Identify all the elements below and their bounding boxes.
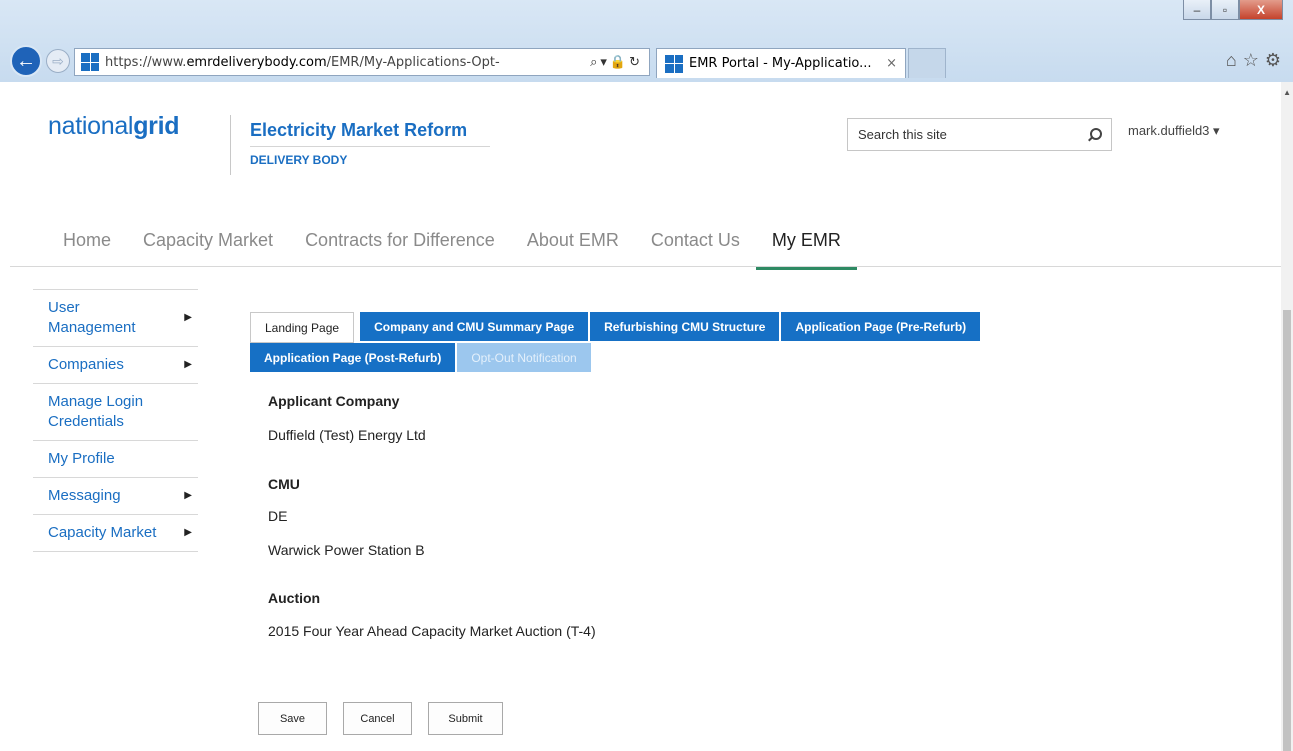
applicant-company-label: Applicant Company: [268, 393, 400, 409]
tab-opt-out-notification[interactable]: Opt-Out Notification: [457, 343, 593, 374]
submit-button[interactable]: Submit: [428, 702, 503, 735]
tab-refurbishing-cmu-structure[interactable]: Refurbishing CMU Structure: [590, 312, 782, 343]
home-icon[interactable]: ⌂: [1226, 50, 1243, 70]
nav-capacity-market[interactable]: Capacity Market: [127, 230, 289, 270]
tab-title: EMR Portal - My-Applicatio...: [689, 56, 872, 71]
url-path: /EMR/My-Applications-Opt-: [326, 54, 500, 70]
restore-button[interactable]: ▫: [1211, 0, 1239, 20]
logo-text-bold: grid: [133, 112, 180, 140]
cmu-code-value: DE: [268, 508, 288, 524]
minimize-button[interactable]: –: [1183, 0, 1211, 20]
site-subtitle: DELIVERY BODY: [250, 153, 348, 167]
title-divider: [250, 146, 490, 147]
forward-arrow-icon: ⇨: [52, 52, 64, 69]
nav-contact-us[interactable]: Contact Us: [635, 230, 756, 270]
sidebar-item-my-profile[interactable]: My Profile: [33, 441, 198, 478]
applicant-company-value: Duffield (Test) Energy Ltd: [268, 427, 426, 443]
cmu-name-value: Warwick Power Station B: [268, 542, 425, 558]
nav-about-emr[interactable]: About EMR: [511, 230, 635, 270]
tab-company-cmu-summary[interactable]: Company and CMU Summary Page: [360, 312, 591, 343]
nav-contracts-for-difference[interactable]: Contracts for Difference: [289, 230, 511, 270]
search-box[interactable]: Search this site: [847, 118, 1112, 151]
scrollbar-thumb[interactable]: [1283, 310, 1291, 751]
search-icon[interactable]: [1087, 127, 1102, 142]
sidebar-item-user-management[interactable]: User Management ▶: [33, 290, 198, 347]
sidebar-item-manage-login-credentials[interactable]: Manage Login Credentials: [33, 384, 198, 441]
close-window-button[interactable]: X: [1239, 0, 1283, 20]
sidebar-item-label: Capacity Market: [48, 524, 157, 541]
application-tabs: Landing Page Company and CMU Summary Pag…: [250, 312, 1040, 374]
sidebar-item-label: Manage Login Credentials: [48, 393, 144, 430]
nav-divider: [10, 266, 1282, 267]
sidebar-item-label: User Management: [48, 299, 136, 336]
tab-application-pre-refurb[interactable]: Application Page (Pre-Refurb): [781, 312, 983, 343]
tab-row: Application Page (Post-Refurb) Opt-Out N…: [250, 343, 1040, 374]
address-bar[interactable]: https://www. emrdeliverybody.com/EMR/My-A…: [74, 48, 650, 76]
sidebar-item-label: Companies: [48, 356, 124, 373]
url-prefix: https://www.: [105, 54, 187, 70]
window-controls: – ▫ X: [1183, 0, 1283, 20]
nav-my-emr[interactable]: My EMR: [755, 230, 857, 270]
expand-arrow-icon[interactable]: ▶: [184, 308, 192, 328]
tab-application-post-refurb[interactable]: Application Page (Post-Refurb): [250, 343, 458, 374]
new-tab-button[interactable]: [908, 48, 946, 78]
favorites-star-icon[interactable]: ☆: [1243, 50, 1265, 70]
national-grid-logo[interactable]: nationalgrid: [48, 112, 180, 141]
sidebar-item-label: Messaging: [48, 487, 121, 504]
save-button[interactable]: Save: [258, 702, 327, 735]
sidebar-item-capacity-market[interactable]: Capacity Market ▶: [33, 515, 198, 552]
sidebar-item-companies[interactable]: Companies ▶: [33, 347, 198, 384]
tab-favicon-icon: [665, 54, 683, 73]
tab-close-icon[interactable]: ×: [886, 56, 897, 71]
forward-button[interactable]: ⇨: [46, 49, 70, 73]
search-input[interactable]: Search this site: [858, 127, 1087, 142]
settings-gear-icon[interactable]: ⚙: [1265, 50, 1287, 70]
cancel-button[interactable]: Cancel: [343, 702, 412, 735]
back-button[interactable]: ←: [10, 45, 42, 77]
sidebar-item-messaging[interactable]: Messaging ▶: [33, 478, 198, 515]
sidebar: User Management ▶ Companies ▶ Manage Log…: [33, 289, 198, 552]
expand-arrow-icon[interactable]: ▶: [184, 523, 192, 543]
expand-arrow-icon[interactable]: ▶: [184, 486, 192, 506]
tab-landing-page[interactable]: Landing Page: [250, 312, 355, 343]
tab-row: Landing Page Company and CMU Summary Pag…: [250, 312, 1040, 343]
user-menu[interactable]: mark.duffield3 ▾: [1128, 123, 1220, 139]
logo-divider: [230, 115, 231, 175]
scroll-up-icon[interactable]: ▲: [1283, 88, 1291, 97]
browser-tab[interactable]: EMR Portal - My-Applicatio... ×: [656, 48, 906, 78]
site-favicon-icon: [81, 53, 99, 71]
auction-label: Auction: [268, 590, 321, 606]
auction-value: 2015 Four Year Ahead Capacity Market Auc…: [268, 623, 596, 639]
back-arrow-icon: ←: [16, 49, 36, 72]
expand-arrow-icon[interactable]: ▶: [184, 355, 192, 375]
main-nav: Home Capacity Market Contracts for Diffe…: [48, 230, 857, 270]
url-domain: emrdeliverybody.com: [186, 54, 327, 70]
cmu-label: CMU: [268, 476, 300, 492]
nav-home[interactable]: Home: [48, 230, 127, 270]
logo-text-light: national: [48, 112, 134, 140]
address-bar-icons[interactable]: ⌕▾🔒↻: [590, 55, 643, 70]
sidebar-item-label: My Profile: [48, 450, 115, 467]
browser-chrome: – ▫ X ← ⇨ https://www. emrdeliverybody.co…: [0, 0, 1293, 82]
site-title[interactable]: Electricity Market Reform: [250, 120, 467, 141]
toolbar-icons: ⌂☆⚙: [1226, 50, 1287, 71]
